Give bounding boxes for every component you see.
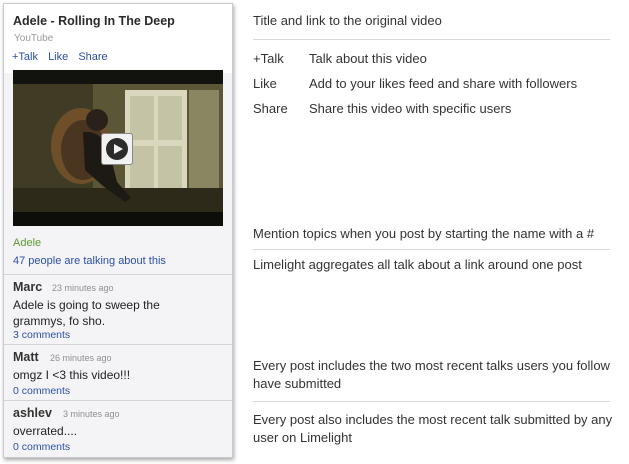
play-icon xyxy=(106,138,128,160)
post-comments-link[interactable]: 3 comments xyxy=(13,329,70,341)
note-mention: Mention topics when you post by starting… xyxy=(253,226,595,241)
note-aggregate: Limelight aggregates all talk about a li… xyxy=(253,257,582,272)
legend-term-talk: +Talk xyxy=(253,51,284,66)
post-author[interactable]: Marc xyxy=(13,280,42,294)
divider xyxy=(253,249,610,250)
legend-desc-talk: Talk about this video xyxy=(309,51,427,66)
play-button[interactable] xyxy=(101,133,133,165)
topic-link[interactable]: Adele xyxy=(13,237,41,249)
post-timestamp: 3 minutes ago xyxy=(63,409,120,419)
legend-term-like: Like xyxy=(253,76,277,91)
note-recent-any: Every post also includes the most recent… xyxy=(253,412,613,445)
post-comments-link[interactable]: 0 comments xyxy=(13,441,70,453)
post-item: Marc 23 minutes ago Adele is going to sw… xyxy=(4,274,232,344)
legend-term-share: Share xyxy=(253,101,288,116)
note-title-link: Title and link to the original video xyxy=(253,13,442,28)
post-author[interactable]: Matt xyxy=(13,350,39,364)
share-button[interactable]: Share xyxy=(78,51,107,63)
like-button[interactable]: Like xyxy=(48,51,68,63)
post-message: overrated.... xyxy=(13,424,78,438)
post-message: omgz I <3 this video!!! xyxy=(13,368,131,382)
post-author[interactable]: ashlev xyxy=(13,406,52,420)
video-thumbnail[interactable] xyxy=(13,70,223,226)
post-item: ashlev 3 minutes ago overrated.... 0 com… xyxy=(4,400,232,457)
video-source: YouTube xyxy=(14,33,54,44)
video-title-link[interactable]: Adele - Rolling In The Deep xyxy=(13,14,175,28)
legend-desc-share: Share this video with specific users xyxy=(309,101,512,116)
divider xyxy=(253,39,610,40)
post-message: Adele is going to sweep the grammys, fo … xyxy=(13,298,160,328)
divider xyxy=(253,401,610,402)
legend-desc-like: Add to your likes feed and share with fo… xyxy=(309,76,578,91)
post-timestamp: 26 minutes ago xyxy=(50,353,112,363)
note-recent-follow: Every post includes the two most recent … xyxy=(253,358,610,391)
video-card: Adele - Rolling In The Deep YouTube +Tal… xyxy=(3,3,233,458)
card-header: Adele - Rolling In The Deep YouTube +Tal… xyxy=(4,4,232,73)
post-comments-link[interactable]: 0 comments xyxy=(13,385,70,397)
action-bar: +Talk Like Share xyxy=(12,51,115,63)
talk-button[interactable]: +Talk xyxy=(12,51,38,63)
post-timestamp: 23 minutes ago xyxy=(52,283,114,293)
post-item: Matt 26 minutes ago omgz I <3 this video… xyxy=(4,344,232,400)
talk-count-link[interactable]: 47 people are talking about this xyxy=(13,255,166,267)
